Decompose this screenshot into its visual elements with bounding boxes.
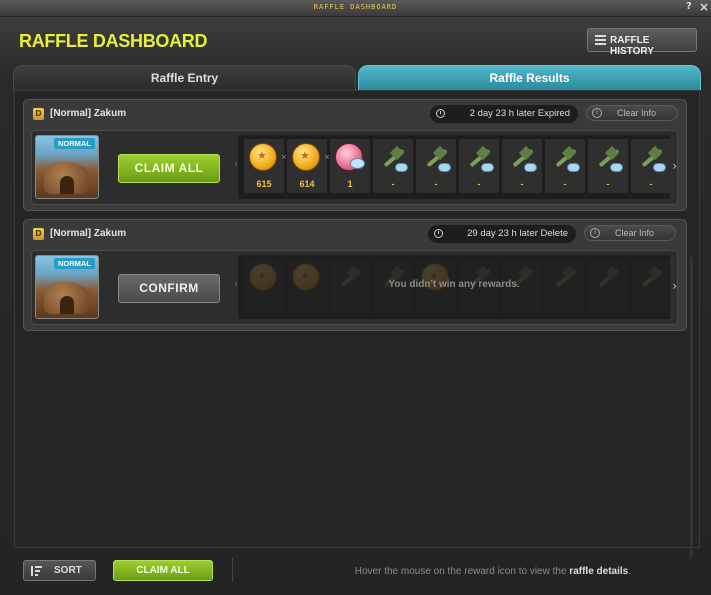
reward-strip: ‹ You didn't win any rewards. › xyxy=(234,255,677,319)
info-icon: i xyxy=(590,228,600,238)
reward-qty: - xyxy=(563,179,567,189)
help-button[interactable]: ? xyxy=(686,1,692,12)
raffle-history-button[interactable]: RAFFLE HISTORY xyxy=(587,28,697,57)
difficulty-tag: NORMAL xyxy=(54,138,95,149)
gold-coin-icon xyxy=(292,143,320,171)
reward-qty: 614 xyxy=(299,179,315,189)
difficulty-badge: D xyxy=(33,108,44,120)
scroll-right-icon[interactable]: › xyxy=(672,159,677,173)
reward-slot[interactable]: × 615 xyxy=(244,139,287,193)
scroll-right-icon[interactable]: › xyxy=(672,279,677,293)
claim-all-button[interactable]: CLAIM ALL xyxy=(118,154,220,183)
boss-thumbnail: NORMAL xyxy=(35,255,99,319)
clock-icon xyxy=(436,109,445,118)
timer-text: 2 day 23 h later Expired xyxy=(469,108,570,119)
reward-qty: - xyxy=(606,179,610,189)
thumbnail-door xyxy=(60,296,74,314)
footer-bar: SORT CLAIM ALL Hover the mouse on the re… xyxy=(0,548,711,595)
timer-text: 29 day 23 h later Delete xyxy=(467,228,568,239)
difficulty-tag: NORMAL xyxy=(54,258,95,269)
reward-qty: 615 xyxy=(256,179,272,189)
claim-all-footer-button[interactable]: CLAIM ALL xyxy=(113,560,213,581)
info-icon: i xyxy=(592,108,602,118)
reward-slot[interactable]: - xyxy=(416,139,456,193)
tab-raffle-results[interactable]: Raffle Results xyxy=(358,65,701,90)
hint-text: Hover the mouse on the reward icon to vi… xyxy=(355,566,631,577)
title-bar: RAFFLE DASHBOARD ? × xyxy=(0,0,711,17)
hint-suffix: . xyxy=(628,566,631,577)
sort-label: SORT xyxy=(54,565,82,576)
thumbnail-door xyxy=(60,176,74,194)
reward-slot[interactable]: - xyxy=(502,139,542,193)
reward-qty: - xyxy=(391,179,395,189)
results-list: D [Normal] Zakum 2 day 23 h later Expire… xyxy=(14,90,700,548)
raffle-card: D [Normal] Zakum 2 day 23 h later Expire… xyxy=(23,99,687,211)
clear-info-label: Clear Info xyxy=(617,108,657,118)
no-rewards-message: You didn't win any rewards. xyxy=(388,279,520,290)
raffle-history-label: RAFFLE HISTORY xyxy=(610,35,654,57)
reward-slot[interactable]: - xyxy=(631,139,671,193)
timer: 2 day 23 h later Expired xyxy=(430,105,578,123)
reward-slot[interactable]: - xyxy=(588,139,628,193)
page-title: RAFFLE DASHBOARD xyxy=(19,31,208,51)
tab-raffle-entry[interactable]: Raffle Entry xyxy=(13,65,356,90)
pink-orb-icon xyxy=(335,143,365,171)
list-scrollbar[interactable] xyxy=(690,257,693,557)
gold-coin-icon xyxy=(249,143,277,171)
reward-slot[interactable]: × 614 xyxy=(287,139,330,193)
reward-slot[interactable]: - xyxy=(545,139,585,193)
close-button[interactable]: × xyxy=(699,0,709,14)
dashboard-window: RAFFLE DASHBOARD RAFFLE HISTORY Raffle E… xyxy=(0,17,711,595)
sort-button[interactable]: SORT xyxy=(23,560,96,581)
reward-qty: - xyxy=(520,179,524,189)
raffle-name: [Normal] Zakum xyxy=(50,108,127,119)
reward-qty: 1 xyxy=(347,179,353,189)
footer-divider xyxy=(232,558,233,582)
hint-prefix: Hover the mouse on the reward icon to vi… xyxy=(354,566,567,577)
reward-qty: - xyxy=(477,179,481,189)
raffle-card: D [Normal] Zakum 29 day 23 h later Delet… xyxy=(23,219,687,331)
raffle-body: NORMAL CONFIRM ‹ You didn't win any rewa… xyxy=(31,250,678,325)
reward-slot[interactable]: - xyxy=(459,139,499,193)
clear-info-label: Clear Info xyxy=(615,228,655,238)
reward-qty: - xyxy=(649,179,653,189)
boss-thumbnail: NORMAL xyxy=(35,135,99,199)
reward-qty: - xyxy=(434,179,438,189)
difficulty-badge: D xyxy=(33,228,44,240)
menu-icon xyxy=(595,35,606,45)
clear-info-button[interactable]: i Clear Info xyxy=(586,105,678,121)
confirm-button[interactable]: CONFIRM xyxy=(118,274,220,303)
timer: 29 day 23 h later Delete xyxy=(428,225,576,243)
window-title: RAFFLE DASHBOARD xyxy=(313,3,398,11)
reward-strip: ‹ × 615 × 614 1 xyxy=(234,135,677,199)
clock-icon xyxy=(434,229,443,238)
reward-slot[interactable]: 1 xyxy=(330,139,370,193)
scroll-left-icon[interactable]: ‹ xyxy=(234,159,238,170)
raffle-body: NORMAL CLAIM ALL ‹ × 615 × 614 xyxy=(31,130,678,205)
raffle-name: [Normal] Zakum xyxy=(50,228,127,239)
clear-info-button[interactable]: i Clear Info xyxy=(584,225,676,241)
sort-icon xyxy=(30,566,42,576)
hint-highlight: raffle details xyxy=(569,566,629,577)
reward-slot[interactable]: - xyxy=(373,139,413,193)
